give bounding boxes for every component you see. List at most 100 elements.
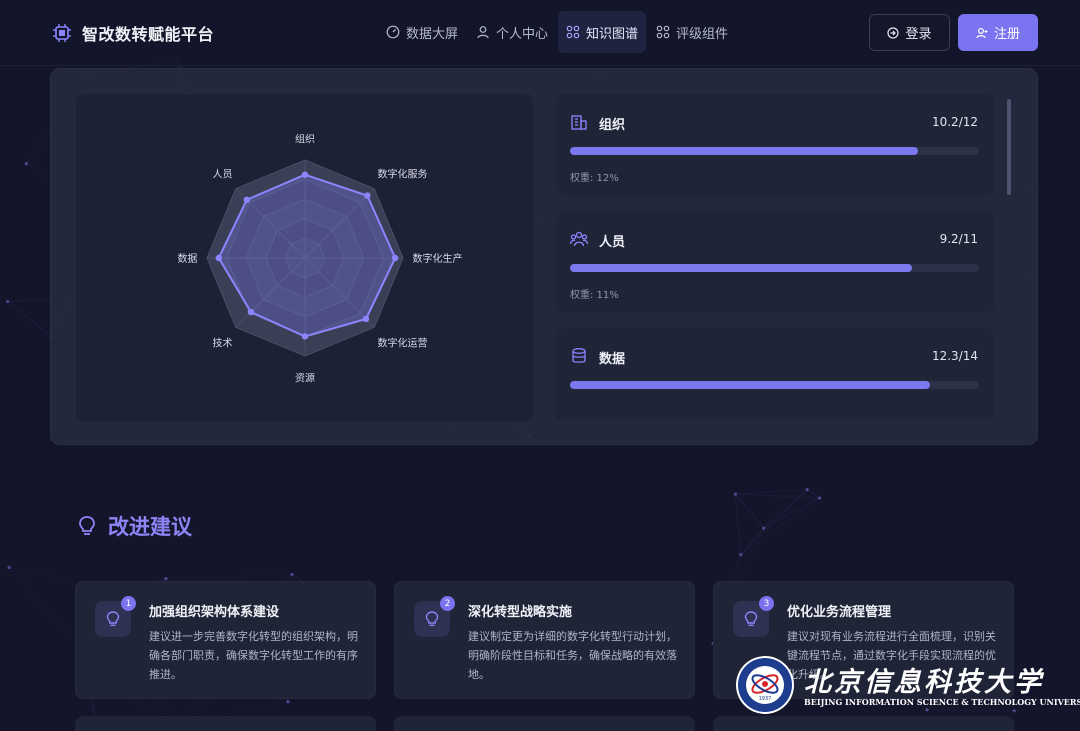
main-nav: 数据大屏 个人中心 知识图谱 评级组件 [378, 11, 736, 53]
radar-point [391, 254, 399, 262]
lightbulb-icon [79, 516, 95, 535]
radar-chart-container: 组织数字化服务数字化生产数字化运营资源 技术 数据 人员 [76, 94, 533, 421]
radar-axis-label: 组织 [295, 132, 315, 145]
radar-axis-label: 数字化运营 [378, 337, 428, 350]
radar-axis-label: 技术 [212, 337, 232, 350]
suggestion-card[interactable]: 2 深化转型战略实施 建议制定更为详细的数字化转型行动计划，明确阶段性目标和任务… [394, 581, 695, 699]
network-node [286, 700, 290, 704]
login-button[interactable]: 登录 [869, 14, 950, 51]
nav-label: 知识图谱 [586, 26, 639, 42]
nav-item-rating[interactable]: 评级组件 [648, 11, 736, 53]
network-link [740, 497, 820, 556]
network-link [735, 493, 764, 529]
university-seal-icon: 1937 [736, 656, 794, 714]
suggestion-title: 优化业务流程管理 [787, 605, 892, 620]
radar-point [243, 196, 250, 203]
progress-fill [570, 381, 930, 389]
network-link [735, 493, 820, 499]
network-link [806, 489, 820, 499]
suggestion-card[interactable]: 1 加强组织架构体系建设 建议进一步完善数字化转型的组织架构，明确各部门职责，确… [75, 581, 376, 699]
radar-axis-label: 数据 [177, 252, 197, 265]
radar-axis-label: 人员 [212, 168, 232, 180]
suggestion-body: 建议制定更为详细的数字化转型行动计划，明确阶段性目标和任务，确保战略的有效落地。 [468, 630, 677, 681]
suggestion-number-badge: 2 [440, 596, 455, 611]
building-icon [571, 115, 587, 130]
login-label: 登录 [905, 27, 932, 42]
radar-point [301, 171, 309, 178]
metric-score: 10.2/12 [931, 115, 978, 129]
network-node [805, 488, 809, 492]
scrollbar[interactable] [1007, 99, 1011, 195]
network-node [818, 496, 822, 500]
metric-card-data: 数据 12.3/14 [556, 328, 994, 419]
progress-track [570, 147, 979, 155]
suggestion-card-partial[interactable] [394, 716, 695, 731]
metric-weight: 权重: 11% [570, 290, 619, 301]
suggestion-title: 加强组织架构体系建设 [149, 605, 280, 620]
suggestion-card-partial[interactable] [75, 716, 376, 731]
radar-point [364, 192, 371, 199]
svg-text:1937: 1937 [759, 696, 772, 702]
grid-icon [656, 25, 670, 39]
metric-score: 12.3/14 [931, 349, 978, 363]
brand-title: 智改数转赋能平台 [82, 25, 215, 44]
network-node [164, 576, 168, 581]
radar-point [215, 254, 222, 262]
network-link [165, 574, 292, 579]
radar-axis-label: 数字化生产 [413, 252, 463, 265]
network-link [735, 494, 742, 555]
assessment-panel: 组织数字化服务数字化生产数字化运营资源 技术 数据 人员 组织 10.2/12 权重:… [50, 68, 1038, 445]
nav-label: 数据大屏 [406, 26, 459, 42]
nav-item-knowledge-graph[interactable]: 知识图谱 [558, 11, 647, 53]
gauge-icon [386, 25, 400, 39]
network-link [735, 489, 808, 495]
suggestion-title: 深化转型战略实施 [468, 605, 573, 620]
nav-item-dashboard[interactable]: 数据大屏 [378, 11, 466, 53]
metric-name: 组织 [599, 118, 626, 133]
network-node [762, 526, 766, 530]
progress-fill [570, 264, 912, 272]
user-icon [477, 26, 489, 39]
chip-icon [53, 24, 71, 42]
logo-chinese-name: 北京信息科技大学 [804, 667, 1044, 698]
suggestion-body: 建议进一步完善数字化转型的组织架构，明确各部门职责，确保数字化转型工作的有序推进… [149, 630, 358, 681]
metric-weight: 权重: 12% [570, 173, 619, 184]
progress-track [570, 381, 979, 389]
network-node [739, 553, 743, 557]
nav-label: 评级组件 [676, 26, 729, 42]
network-node [290, 572, 294, 577]
add-user-icon [976, 27, 988, 38]
metric-name: 人员 [599, 235, 626, 250]
metric-card-people: 人员 9.2/11 权重: 11% [556, 211, 994, 313]
suggestions-title: 改进建议 [108, 515, 192, 539]
brand[interactable]: 智改数转赋能平台 [52, 21, 214, 45]
network-node [5, 299, 10, 304]
people-icon [570, 231, 588, 247]
university-logo: 1937 北京信息科技大学 BEIJING INFORMATION SCIENC… [734, 652, 1080, 722]
radar-axis-label: 资源 [295, 372, 315, 385]
progress-fill [570, 147, 918, 155]
radar-axis-label: 数字化服务 [378, 167, 428, 180]
radar-chart: 组织数字化服务数字化生产数字化运营资源 技术 数据 人员 [177, 132, 463, 385]
register-label: 注册 [993, 27, 1020, 42]
metric-score: 9.2/11 [939, 232, 978, 246]
network-link [740, 489, 808, 555]
database-icon [572, 348, 586, 363]
progress-track [570, 264, 979, 272]
radar-point [247, 308, 255, 316]
suggestion-number-badge: 1 [121, 596, 136, 611]
suggestions-header: 改进建议 [78, 511, 192, 541]
radar-point [362, 315, 370, 323]
suggestion-number-badge: 3 [759, 596, 774, 611]
metric-list[interactable]: 组织 10.2/12 权重: 12% 人员 9.2/11 权重: 11% 数据 … [556, 94, 1002, 419]
grid-icon [566, 25, 580, 39]
network-node [733, 492, 738, 496]
network-link [740, 527, 764, 555]
metric-card-organization: 组织 10.2/12 权重: 12% [556, 94, 994, 196]
network-link [7, 301, 52, 337]
top-navbar: 智改数转赋能平台 数据大屏 个人中心 知识图谱 评级组件 登录 注册 [0, 0, 1080, 66]
nav-item-profile[interactable]: 个人中心 [468, 11, 556, 53]
logo-english-name: BEIJING INFORMATION SCIENCE & TECHNOLOGY… [804, 697, 1080, 707]
network-node [24, 162, 28, 166]
register-button[interactable]: 注册 [958, 14, 1038, 51]
